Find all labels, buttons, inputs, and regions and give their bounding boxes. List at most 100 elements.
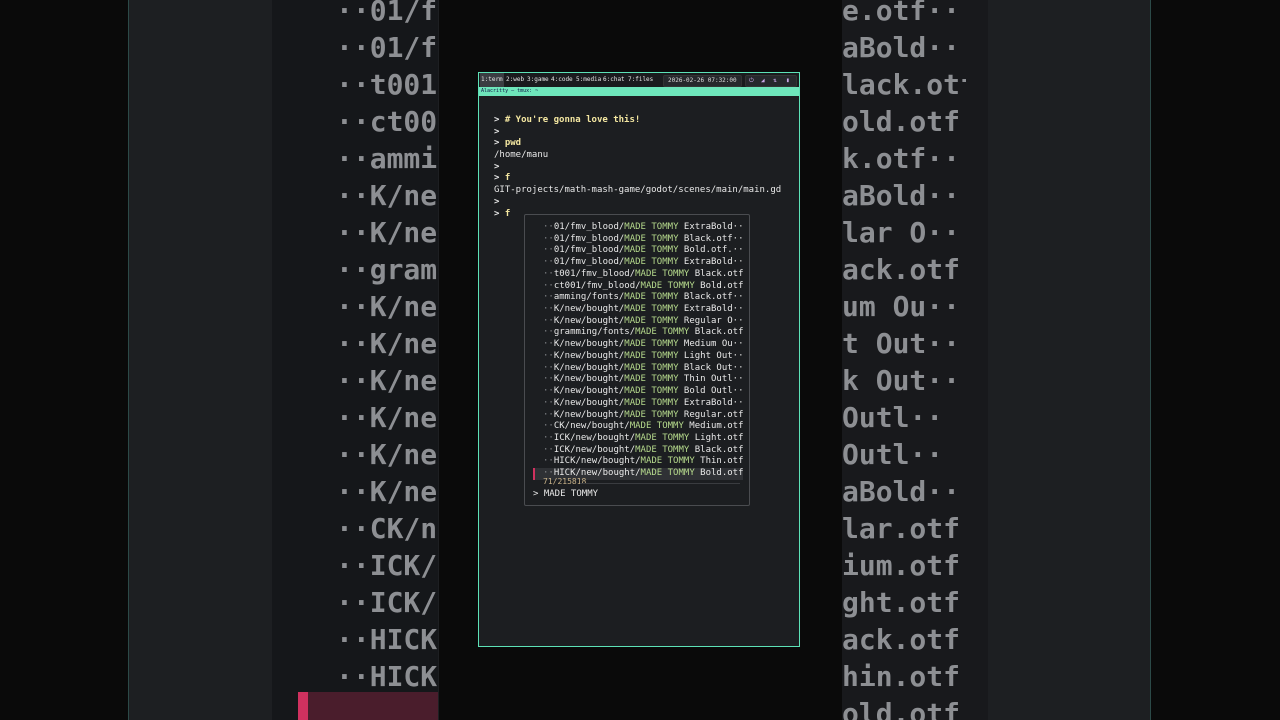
item-path: K/new/bought/ (553, 362, 625, 373)
ellipsis: ·· (543, 350, 554, 361)
terminal-line: > # You're gonna love this! (494, 115, 781, 127)
backdrop-row: ··K/ne (336, 401, 438, 434)
ellipsis: ·· (543, 233, 554, 244)
fzf-item[interactable]: ··K/new/bought/MADE TOMMY ExtraBold·· (533, 398, 744, 410)
fzf-item[interactable]: ··ICK/new/bought/MADE TOMMY Black.otf (533, 444, 744, 457)
item-path: ct001/fmv_blood/ (553, 280, 641, 291)
workspace-2[interactable]: 2:web (505, 73, 525, 87)
ellipsis: ·· (543, 327, 554, 338)
fzf-item[interactable]: ··K/new/bought/MADE TOMMY Light Out·· (533, 350, 744, 363)
workspace-5[interactable]: 5:media (575, 73, 602, 87)
fzf-item[interactable]: ··K/new/bought/MADE TOMMY ExtraBold·· (533, 304, 744, 316)
prompt-symbol: > (494, 126, 500, 137)
fzf-result-list[interactable]: ··01/fmv_blood/MADE TOMMY ExtraBold·· ··0… (533, 222, 744, 480)
ellipsis: ·· (543, 432, 554, 443)
backdrop-row: old.otf (842, 697, 961, 720)
backdrop-row: ··K/ne (336, 475, 438, 508)
fzf-item[interactable]: ··K/new/bought/MADE TOMMY Regular.otf (533, 409, 744, 422)
fzf-item[interactable]: ··01/fmv_blood/MADE TOMMY ExtraBold·· (533, 222, 744, 234)
backdrop-row: um Ou·· (842, 290, 961, 323)
fzf-item[interactable]: ··01/fmv_blood/MADE TOMMY Bold.otf.·· (533, 245, 744, 257)
fzf-popup[interactable]: ··01/fmv_blood/MADE TOMMY ExtraBold·· ··0… (524, 214, 750, 506)
item-suffix: Bold Outl·· (678, 386, 744, 397)
ellipsis: ·· (543, 444, 554, 455)
backdrop-row: ··K/ne (336, 327, 438, 360)
fzf-item[interactable]: ··HICK/new/bought/MADE TOMMY Thin.otf (533, 456, 744, 468)
backdrop-row: ··ICK/ (336, 549, 438, 582)
item-suffix: Bold.otf (694, 280, 744, 291)
backdrop-row: lar O·· (842, 216, 961, 249)
terminal-window[interactable]: 1:term 2:web 3:game 4:code 5:media 6:chat 7:fi… (478, 72, 800, 647)
item-match: MADE TOMMY (624, 233, 679, 244)
item-suffix: Medium Ou·· (678, 339, 744, 350)
fzf-query-input[interactable]: > MADE TOMMY (533, 489, 598, 499)
item-path: K/new/bought/ (553, 339, 625, 350)
backdrop-row: ack.otf (842, 623, 961, 656)
network-icon[interactable]: ⇅ (773, 76, 777, 86)
fzf-item[interactable]: ··K/new/bought/MADE TOMMY Medium Ou·· (533, 339, 744, 351)
item-match: MADE TOMMY (640, 456, 695, 467)
item-suffix: Bold.otf (694, 468, 744, 479)
ellipsis: ·· (543, 386, 554, 397)
battery-icon[interactable]: ▮ (786, 76, 790, 86)
item-suffix: Thin.otf (694, 456, 744, 467)
item-match: MADE TOMMY (635, 327, 690, 338)
fzf-item[interactable]: ··CK/new/bought/MADE TOMMY Medium.otf (533, 421, 744, 433)
ellipsis: ·· (543, 222, 554, 232)
backdrop-row: lack.otf (842, 68, 966, 101)
item-match: MADE TOMMY (624, 350, 679, 361)
backdrop-row: ··ICK/ (336, 586, 438, 619)
workspace-4[interactable]: 4:code (550, 73, 574, 87)
fzf-item[interactable]: ··ICK/new/bought/MADE TOMMY Light.otf (533, 432, 744, 445)
ellipsis: ·· (543, 409, 554, 420)
workspace-1[interactable]: 1:term (480, 73, 504, 87)
backdrop-row: ··HICK (336, 623, 438, 656)
prompt-symbol: > (494, 115, 500, 125)
backdrop-row: aBold·· (842, 475, 961, 508)
fzf-item[interactable]: ··K/new/bought/MADE TOMMY Black Out·· (533, 362, 744, 375)
fzf-item[interactable]: ··gramming/fonts/MADE TOMMY Black.otf (533, 327, 744, 339)
fzf-item[interactable]: ··K/new/bought/MADE TOMMY Thin Outl·· (533, 374, 744, 386)
item-match: MADE TOMMY (624, 222, 679, 232)
item-suffix: Light.otf (689, 432, 744, 443)
fzf-item[interactable]: ··amming/fonts/MADE TOMMY Black.otf·· (533, 292, 744, 304)
backdrop-row: ··t001 (336, 68, 438, 101)
workspace-7[interactable]: 7:files (627, 73, 654, 87)
terminal-output[interactable]: > # You're gonna love this! > > pwd/home/m… (494, 115, 781, 220)
power-icon[interactable]: ⏻ (749, 76, 754, 86)
backdrop-row: Outl·· (842, 401, 944, 434)
item-suffix: Light Out·· (678, 350, 744, 361)
workspace-3[interactable]: 3:game (526, 73, 550, 87)
item-match: MADE TOMMY (624, 409, 679, 420)
fzf-item[interactable]: ··01/fmv_blood/MADE TOMMY Black.otf·· (533, 233, 744, 246)
terminal-line: > f (494, 173, 781, 185)
item-path: 01/fmv_blood/ (553, 222, 625, 232)
item-path: 01/fmv_blood/ (553, 257, 625, 268)
backdrop-row: ··K/ne (336, 438, 438, 471)
fzf-item[interactable]: ··K/new/bought/MADE TOMMY Bold Outl·· (533, 386, 744, 398)
ellipsis: ·· (543, 304, 554, 315)
fzf-item[interactable]: ··ct001/fmv_blood/MADE TOMMY Bold.otf (533, 280, 744, 293)
item-match: MADE TOMMY (624, 362, 679, 373)
terminal-line: /home/manu (494, 150, 781, 162)
clock: 2026-02-26 07:32:00 (663, 75, 742, 87)
fzf-item[interactable]: ··01/fmv_blood/MADE TOMMY ExtraBold·· (533, 257, 744, 269)
item-suffix: Black Out·· (678, 362, 744, 373)
item-path: CK/new/bought/ (553, 421, 630, 432)
signal-icon[interactable]: ◢ (761, 76, 765, 86)
workspace-6[interactable]: 6:chat (602, 73, 626, 87)
fzf-query-text: MADE TOMMY (543, 489, 599, 499)
terminal-line: > (494, 162, 781, 174)
window-title: Alacritty — tmux: ~ (479, 87, 799, 96)
fzf-item[interactable]: ··t001/fmv_blood/MADE TOMMY Black.otf (533, 268, 744, 281)
item-match: MADE TOMMY (624, 257, 679, 268)
backdrop-row: ··01/f (336, 31, 438, 64)
item-match: MADE TOMMY (635, 432, 690, 443)
ellipsis: ·· (543, 268, 554, 279)
item-match: MADE TOMMY (640, 468, 695, 479)
prompt-symbol: > (494, 138, 500, 149)
command-text: f (504, 208, 511, 219)
fzf-item[interactable]: ··K/new/bought/MADE TOMMY Regular O·· (533, 316, 744, 328)
item-suffix: Bold.otf.·· (678, 245, 744, 256)
ellipsis: ·· (543, 292, 554, 303)
